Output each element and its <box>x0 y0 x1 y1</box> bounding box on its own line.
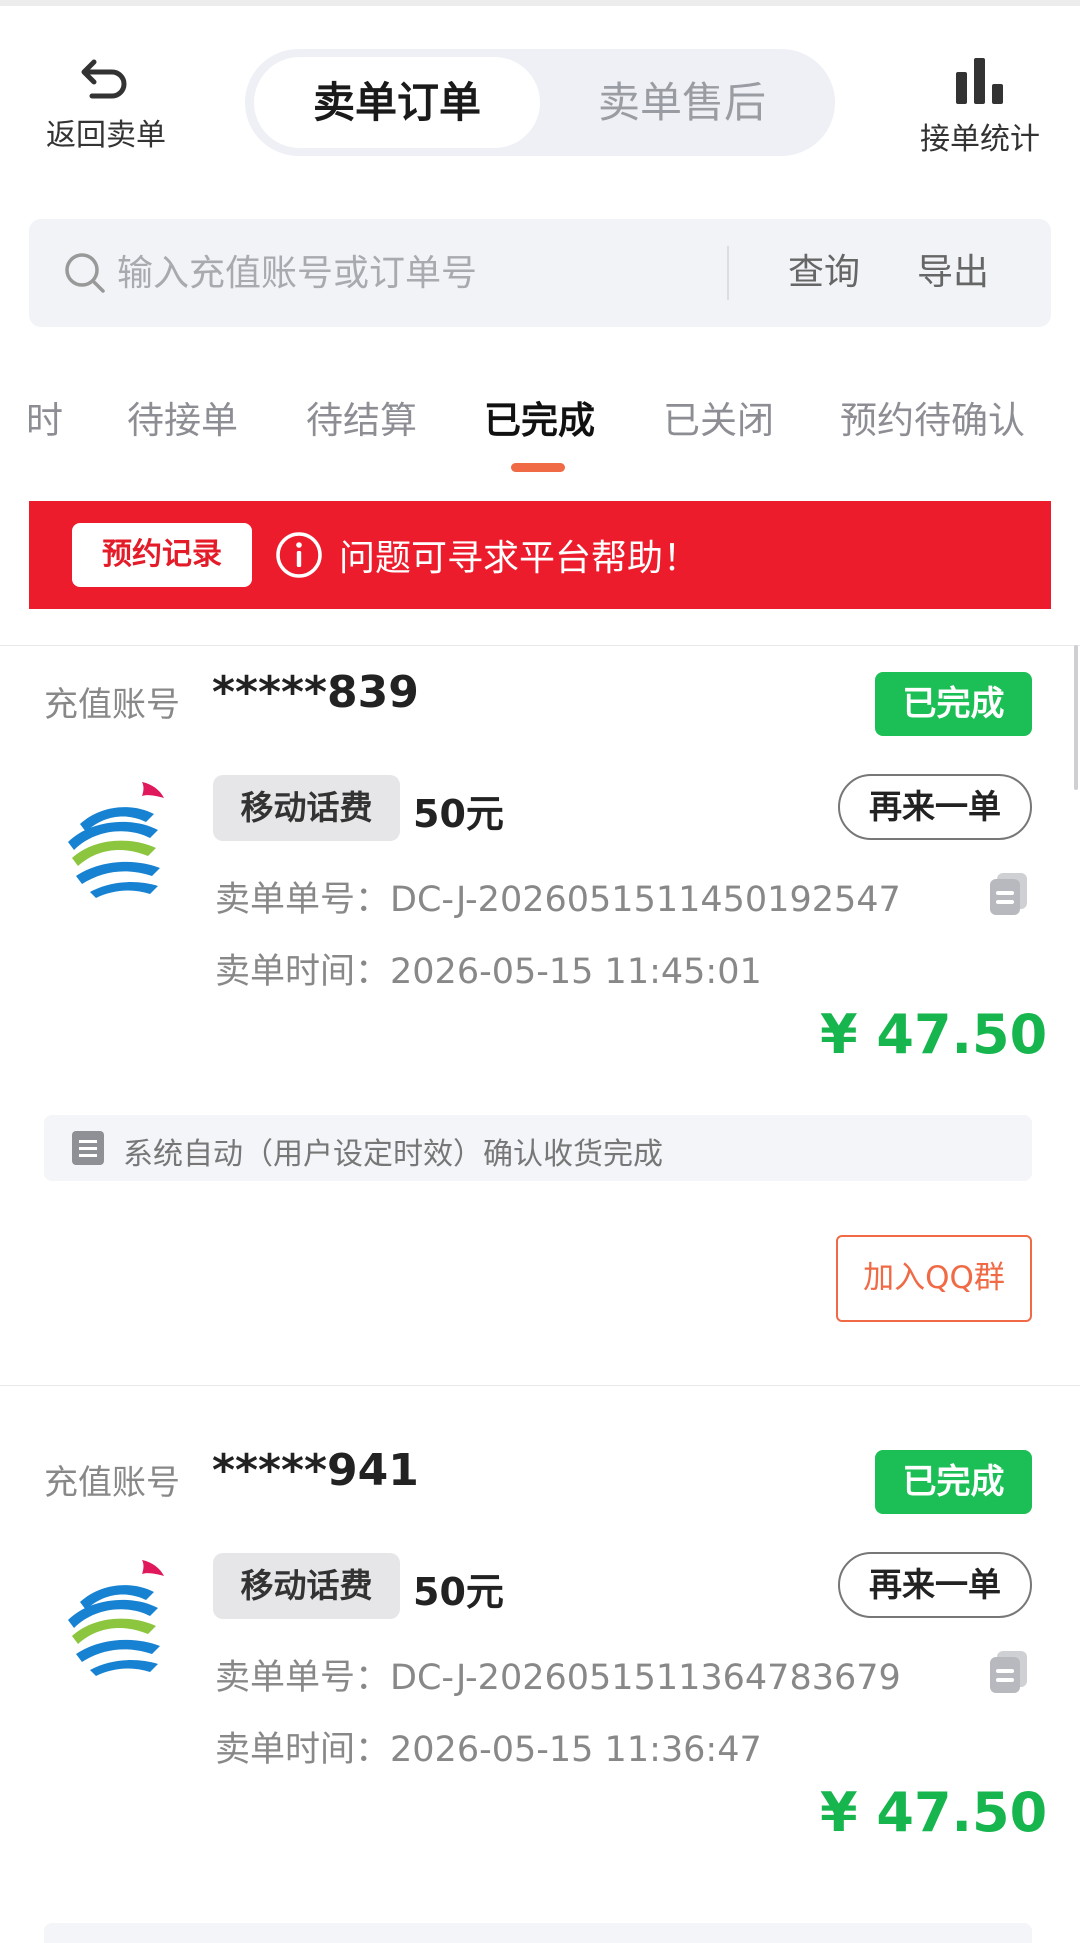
auto-confirm-tip: 系统自动（用户设定时效）确认收货完成 <box>44 1115 1032 1181</box>
product-tag: 移动话费 <box>213 775 400 841</box>
order-type-switch: 卖单订单 卖单售后 <box>245 49 835 156</box>
reorder-button[interactable]: 再来一单 <box>838 1552 1032 1618</box>
bar-chart-icon <box>956 58 1003 104</box>
copy-icon[interactable] <box>988 871 1030 917</box>
product-tag: 移动话费 <box>213 1553 400 1619</box>
tab-sell-after-sales[interactable]: 卖单售后 <box>539 57 825 148</box>
order-number: DC-J-20260515114501925​47 <box>390 880 901 920</box>
tab-completed[interactable]: 已完成 <box>484 390 595 444</box>
account-label: 充值账号 <box>44 685 180 725</box>
status-badge: 已完成 <box>875 1450 1032 1514</box>
auto-confirm-tip <box>44 1923 1032 1943</box>
order-number-row: 卖单单号：DC-J-20260515114501925​47 <box>215 871 901 922</box>
divider <box>0 1385 1080 1386</box>
tip-text: 系统自动（用户设定时效）确认收货完成 <box>123 1137 663 1172</box>
export-button[interactable]: 导出 <box>917 246 989 300</box>
notice-message: 问题可寻求平台帮助！ <box>339 538 700 579</box>
tab-reservation-pending[interactable]: 预约待确认 <box>840 390 1025 444</box>
order-time-row: 卖单时间：2026-05-15 11:36:47 <box>215 1721 762 1772</box>
info-icon <box>276 532 322 578</box>
scrollbar[interactable] <box>1074 645 1078 790</box>
order-number-label: 卖单单号： <box>215 1658 391 1698</box>
reorder-button[interactable]: 再来一单 <box>838 774 1032 840</box>
notice-banner: 预约记录 问题可寻求平台帮助！ <box>29 501 1051 609</box>
order-time-label: 卖单时间： <box>215 1730 391 1770</box>
join-qq-group-button[interactable]: 加入QQ群 <box>836 1235 1032 1322</box>
reservation-record-button[interactable]: 预约记录 <box>72 523 252 587</box>
search-divider <box>727 246 729 300</box>
order-time-row: 卖单时间：2026-05-15 11:45:01 <box>215 943 762 994</box>
document-icon <box>72 1131 104 1165</box>
back-label: 返回卖单 <box>46 118 166 153</box>
active-tab-indicator <box>511 463 565 472</box>
face-value: 50元 <box>413 792 504 836</box>
china-mobile-logo-icon <box>68 782 164 898</box>
status-bar-edge <box>0 0 1080 6</box>
order-card: 充值账号 *****839 已完成 移动话费 50元 再来一单 卖单单号：DC-… <box>0 645 1080 1385</box>
account-number: *****839 <box>212 667 419 718</box>
order-time: 2026-05-15 11:36:47 <box>390 1730 762 1770</box>
tab-pending-accept[interactable]: 待接单 <box>127 390 238 444</box>
query-button[interactable]: 查询 <box>788 246 860 300</box>
price: ¥ 47.50 <box>820 1781 1048 1844</box>
order-time: 2026-05-15 11:45:01 <box>390 952 762 992</box>
back-arrow-icon <box>81 59 127 99</box>
tab-sell-orders[interactable]: 卖单订单 <box>254 57 540 148</box>
order-number-label: 卖单单号： <box>215 880 391 920</box>
face-value: 50元 <box>413 1570 504 1614</box>
search-input[interactable] <box>117 243 727 303</box>
order-time-label: 卖单时间： <box>215 952 391 992</box>
search-icon <box>65 253 105 293</box>
account-number: *****941 <box>212 1445 419 1496</box>
tab-pending-settle[interactable]: 待结算 <box>306 390 417 444</box>
search-bar: 查询 导出 <box>29 219 1051 327</box>
order-number: DC-J-20260515113647836​79 <box>390 1658 901 1698</box>
tab-timeout[interactable]: 时 <box>26 390 63 444</box>
order-card: 充值账号 *****941 已完成 移动话费 50元 再来一单 卖单单号：DC-… <box>0 1423 1080 1943</box>
order-number-row: 卖单单号：DC-J-20260515113647836​79 <box>215 1649 901 1700</box>
status-badge: 已完成 <box>875 672 1032 736</box>
order-stats-button[interactable]: 接单统计 <box>905 58 1055 158</box>
tab-closed[interactable]: 已关闭 <box>663 390 774 444</box>
stats-label: 接单统计 <box>920 122 1040 157</box>
account-label: 充值账号 <box>44 1463 180 1503</box>
price: ¥ 47.50 <box>820 1003 1048 1066</box>
back-button[interactable]: 返回卖单 <box>40 58 172 154</box>
china-mobile-logo-icon <box>68 1560 164 1676</box>
copy-icon[interactable] <box>988 1649 1030 1695</box>
